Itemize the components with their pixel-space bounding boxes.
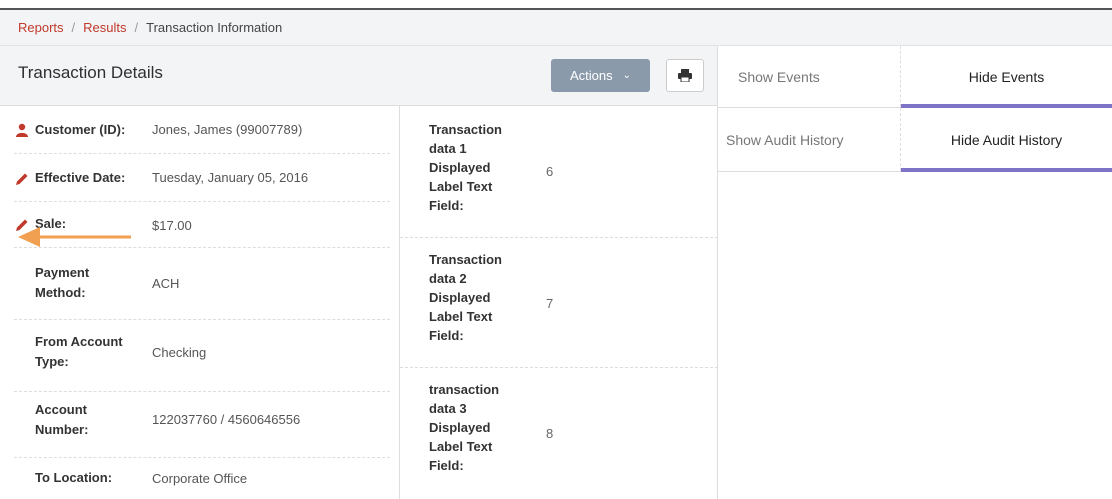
- field-value: Jones, James (99007789): [152, 122, 303, 137]
- annotation-arrow: [18, 227, 131, 247]
- field-label: Customer (ID):: [35, 122, 126, 137]
- tab-label: Hide Events: [968, 68, 1045, 85]
- custom-field: transaction data 3 Displayed Label Text …: [400, 368, 718, 499]
- actions-button[interactable]: Actions ⌄: [551, 59, 650, 92]
- user-icon: [16, 123, 28, 137]
- field-value: $17.00: [152, 218, 192, 233]
- page-title: Transaction Details: [18, 63, 163, 82]
- field-account-number: Account Number: 122037760 / 4560646556: [0, 392, 400, 458]
- print-button[interactable]: [666, 59, 704, 92]
- tab-show-audit-history[interactable]: Show Audit History: [718, 108, 900, 171]
- events-tabs: Show Events Hide Events: [718, 46, 1112, 108]
- field-label: Account Number:: [35, 402, 89, 437]
- field-label: Payment Method:: [35, 265, 90, 300]
- breadcrumb-separator: /: [134, 20, 139, 35]
- custom-field-label: Transaction data 2 Displayed Label Text …: [429, 252, 502, 343]
- field-customer: Customer (ID): Jones, James (99007789): [0, 106, 400, 154]
- custom-field-value: 8: [546, 426, 554, 441]
- custom-field: Transaction data 2 Displayed Label Text …: [400, 238, 718, 368]
- actions-label: Actions: [569, 68, 613, 83]
- field-label: Effective Date:: [35, 170, 126, 185]
- breadcrumb: Reports / Results / Transaction Informat…: [0, 8, 1112, 46]
- tab-hide-audit-history[interactable]: Hide Audit History: [900, 108, 1112, 172]
- custom-field-value: 7: [546, 296, 554, 311]
- field-effective-date: Effective Date: Tuesday, January 05, 201…: [0, 154, 400, 202]
- field-value: 122037760 / 4560646556: [152, 412, 301, 427]
- field-payment-method: Payment Method: ACH: [0, 248, 400, 320]
- field-from-account-type: From Account Type: Checking: [0, 320, 400, 392]
- custom-field: Transaction data 1 Displayed Label Text …: [400, 106, 718, 238]
- tab-show-events[interactable]: Show Events: [718, 46, 900, 107]
- field-to-location: To Location: Corporate Office: [0, 458, 400, 499]
- breadcrumb-current: Transaction Information: [146, 20, 283, 35]
- audit-tabs: Show Audit History Hide Audit History: [718, 108, 1112, 172]
- field-value: Checking: [152, 345, 207, 360]
- pencil-icon[interactable]: [15, 172, 29, 186]
- tab-hide-events[interactable]: Hide Events: [900, 46, 1112, 108]
- field-value: Corporate Office: [152, 471, 248, 486]
- custom-field-label: Transaction data 1 Displayed Label Text …: [429, 122, 502, 213]
- tab-label: Hide Audit History: [950, 131, 1063, 148]
- breadcrumb-results[interactable]: Results: [83, 20, 126, 35]
- breadcrumb-separator: /: [71, 20, 76, 35]
- chevron-down-icon: ⌄: [622, 70, 632, 81]
- print-icon: [678, 69, 692, 82]
- field-label: From Account Type:: [35, 334, 123, 369]
- breadcrumb-reports[interactable]: Reports: [18, 20, 64, 35]
- field-value: Tuesday, January 05, 2016: [152, 170, 309, 185]
- custom-field-value: 6: [546, 164, 554, 179]
- custom-field-label: transaction data 3 Displayed Label Text …: [429, 382, 500, 473]
- field-label: To Location:: [35, 470, 113, 485]
- details-fields: Customer (ID): Jones, James (99007789) E…: [0, 106, 400, 499]
- details-header: Transaction Details Actions ⌄: [0, 46, 718, 106]
- field-value: ACH: [152, 276, 180, 291]
- custom-fields: Transaction data 1 Displayed Label Text …: [400, 106, 718, 499]
